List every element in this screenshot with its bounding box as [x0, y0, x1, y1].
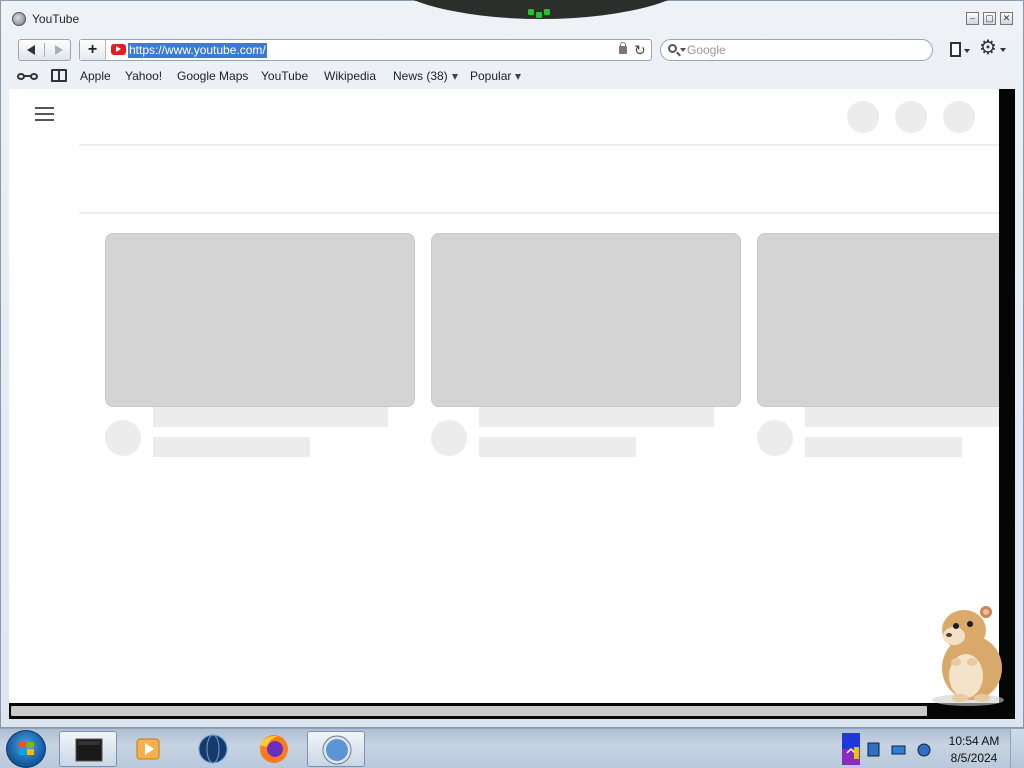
divider	[79, 144, 999, 146]
show-desktop-button[interactable]	[1010, 729, 1024, 768]
window-title: YouTube	[32, 12, 80, 26]
bookmark-popular-menu[interactable]: Popular	[470, 69, 522, 83]
taskbar-app-safari[interactable]	[307, 731, 365, 767]
search-icon[interactable]	[668, 44, 677, 53]
placeholder-circle	[847, 101, 879, 133]
forward-arrow-icon	[55, 45, 63, 55]
taskbar-app-globe[interactable]	[184, 731, 242, 767]
placeholder-circle	[943, 101, 975, 133]
placeholder-circle	[895, 101, 927, 133]
nav-buttons	[18, 39, 71, 61]
address-bar[interactable]: + https://www.youtube.com/ ↻	[79, 39, 652, 61]
close-button[interactable]: ✕	[1000, 12, 1013, 25]
back-button[interactable]	[19, 40, 44, 60]
scrollbar-thumb[interactable]	[11, 706, 927, 716]
page-icon	[950, 42, 961, 57]
volume-icon[interactable]	[917, 743, 931, 757]
back-arrow-icon	[27, 45, 35, 55]
chevron-down-icon	[515, 73, 522, 80]
chevron-down-icon	[451, 73, 458, 80]
start-button[interactable]	[6, 730, 46, 768]
meta-placeholder	[153, 437, 310, 457]
notch-indicator-icon	[528, 7, 558, 18]
youtube-icon	[111, 44, 126, 55]
taskbar: 10:54 AM 8/5/2024	[0, 728, 1024, 768]
hamster-mascot-icon	[932, 606, 1004, 706]
terminal-icon	[75, 738, 103, 762]
meta-placeholder	[479, 437, 636, 457]
clock-time[interactable]: 10:54 AM	[944, 734, 1004, 748]
channel-avatar-placeholder	[105, 420, 141, 456]
channel-avatar-placeholder	[431, 420, 467, 456]
search-input[interactable]	[687, 42, 927, 58]
horizontal-scrollbar[interactable]	[9, 703, 1015, 719]
settings-menu-button[interactable]: ⚙	[979, 37, 1007, 60]
firefox-icon	[260, 735, 288, 763]
page-menu-button[interactable]	[948, 41, 974, 61]
notification-flag-icon[interactable]	[854, 747, 859, 759]
system-tray	[842, 733, 942, 765]
safari-icon	[322, 735, 352, 765]
taskbar-app-terminal[interactable]	[59, 731, 117, 767]
title-placeholder	[479, 407, 714, 427]
menu-icon[interactable]	[35, 107, 54, 121]
bookmark-news-menu[interactable]: News (38)	[393, 69, 458, 83]
search-engine-dropdown-icon[interactable]	[680, 48, 686, 52]
browser-globe-icon	[12, 12, 26, 26]
chevron-down-icon	[964, 49, 970, 53]
title-bar: YouTube – ▢ ✕	[1, 0, 1023, 35]
reload-icon[interactable]: ↻	[634, 42, 646, 58]
video-thumbnail-placeholder	[757, 233, 999, 407]
minimize-button[interactable]: –	[966, 12, 979, 25]
url-text[interactable]: https://www.youtube.com/	[128, 43, 267, 58]
taskbar-app-media-player[interactable]	[120, 731, 178, 767]
search-bar[interactable]	[660, 39, 933, 61]
title-placeholder	[153, 407, 388, 427]
battery-icon[interactable]	[891, 745, 906, 755]
clock-date[interactable]: 8/5/2024	[944, 751, 1004, 765]
meta-placeholder	[805, 437, 962, 457]
media-player-icon	[136, 738, 160, 760]
add-bookmark-button[interactable]: +	[80, 40, 106, 60]
globe-browser-icon	[198, 734, 228, 764]
lock-icon	[619, 42, 627, 54]
bookmarks-bar: Apple Yahoo! Google Maps YouTube Wikiped…	[1, 65, 1023, 87]
book-icon[interactable]	[51, 69, 67, 82]
web-content	[9, 89, 999, 703]
video-thumbnail-placeholder	[431, 233, 741, 407]
bookmark-apple[interactable]: Apple	[80, 69, 111, 83]
bookmark-popular-label: Popular	[470, 69, 512, 83]
bookmark-youtube[interactable]: YouTube	[261, 69, 308, 83]
divider	[79, 212, 999, 214]
bookmark-google-maps[interactable]: Google Maps	[177, 69, 248, 83]
glasses-icon[interactable]	[17, 71, 39, 81]
maximize-button[interactable]: ▢	[983, 12, 996, 25]
network-icon[interactable]	[867, 742, 880, 757]
taskbar-app-firefox[interactable]	[245, 731, 303, 767]
bookmark-news-label: News (38)	[393, 69, 448, 83]
bookmark-wikipedia[interactable]: Wikipedia	[324, 69, 376, 83]
bookmark-yahoo[interactable]: Yahoo!	[125, 69, 162, 83]
title-placeholder	[805, 407, 999, 427]
channel-avatar-placeholder	[757, 420, 793, 456]
gear-icon: ⚙	[979, 37, 997, 59]
windows-logo-icon	[19, 742, 35, 757]
video-thumbnail-placeholder	[105, 233, 415, 407]
forward-button[interactable]	[45, 40, 71, 60]
chevron-down-icon	[1000, 48, 1006, 52]
